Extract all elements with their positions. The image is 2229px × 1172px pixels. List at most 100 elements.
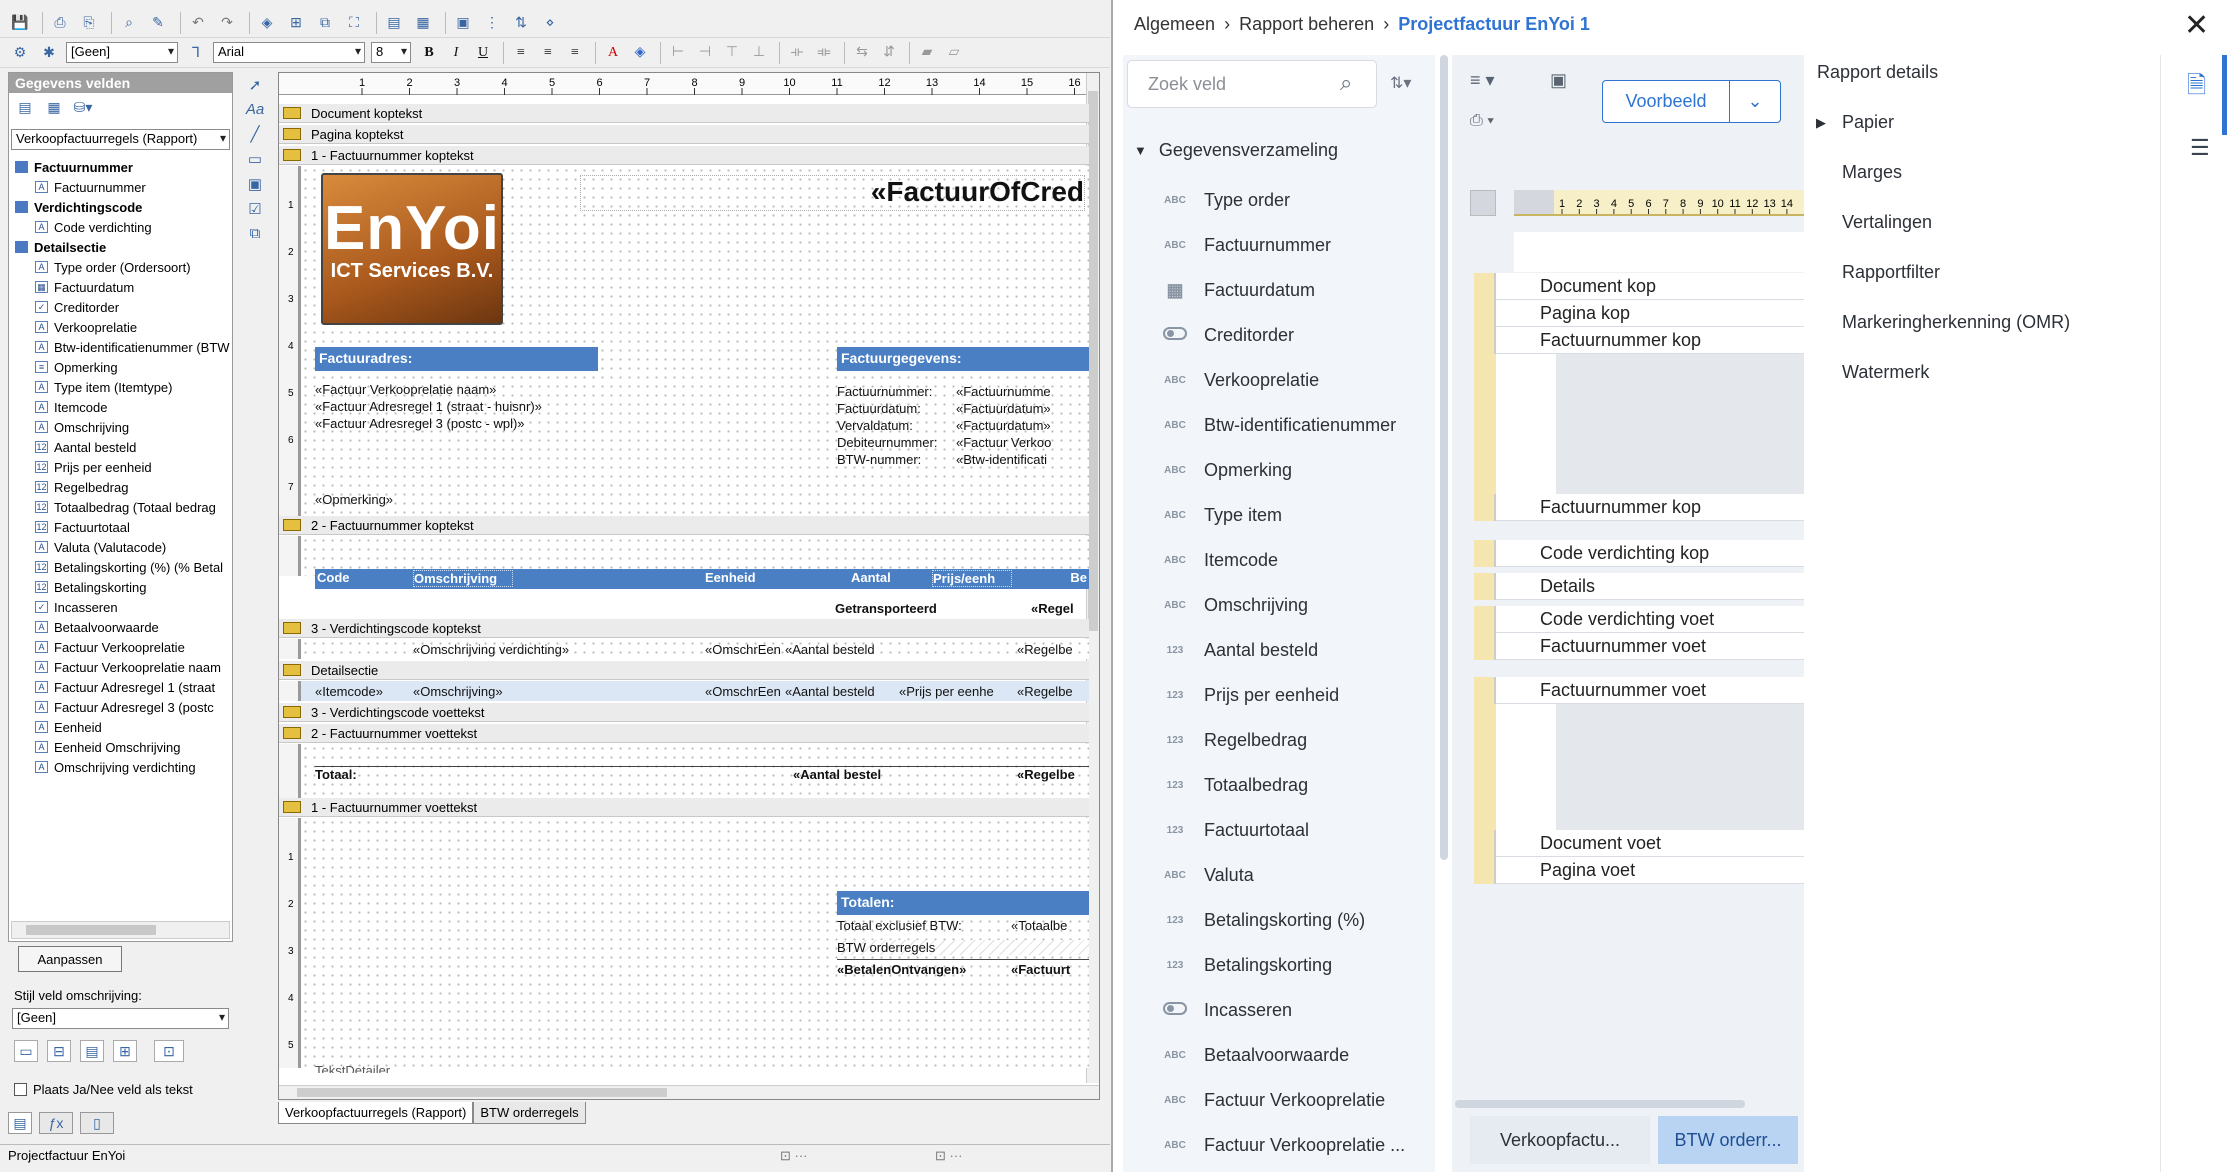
band-area-voet2[interactable] — [301, 744, 1089, 798]
details-item-omr[interactable]: Markeringherkenning (OMR) — [1842, 312, 2070, 333]
tree-item[interactable]: A Factuur Adresregel 3 (postc — [11, 697, 231, 717]
undo-icon[interactable]: ↶ — [186, 12, 210, 34]
band-detailsectie[interactable]: Detailsectie — [279, 661, 1089, 680]
verd-omschrijving-field[interactable]: «Omschrijving verdichting» — [413, 642, 700, 657]
det-regel-field[interactable]: «Regelbe — [1017, 684, 1087, 699]
tree-item[interactable]: A Factuur Verkooprelatie naam — [11, 657, 231, 677]
field-list-scrollbar[interactable] — [1440, 55, 1448, 860]
voorbeeld-button[interactable]: Voorbeeld — [1602, 80, 1730, 123]
align-center-icon[interactable]: ≡ — [536, 42, 560, 64]
details-item-rapportfilter[interactable]: Rapportfilter — [1842, 262, 1940, 283]
field-list-item[interactable]: 123 Betalingskorting — [1160, 945, 1332, 985]
center-v-icon[interactable]: ⟚ — [812, 42, 836, 64]
dataset-group[interactable]: ▼ Gegevensverzameling — [1134, 140, 1338, 161]
rect-tool-icon[interactable]: ▭ — [248, 150, 262, 168]
field-list-item[interactable]: 123 Factuurtotaal — [1160, 810, 1309, 850]
tree-item[interactable]: 12 Prijs per eenheid — [11, 457, 231, 477]
tree-item[interactable]: A Eenheid — [11, 717, 231, 737]
tree-item[interactable]: A Btw-identificatienummer (BTW — [11, 337, 231, 357]
totalen-header[interactable]: Totalen: — [837, 891, 1089, 915]
totaal-label[interactable]: Totaal: — [315, 767, 405, 782]
tree-item[interactable]: 12 Betalingskorting — [11, 577, 231, 597]
fg-label-2[interactable]: Factuurdatum: — [837, 401, 957, 416]
fg-value-3[interactable]: «Factuurdatum» — [956, 418, 1066, 433]
field-list-item[interactable]: ABC Type item — [1160, 495, 1282, 535]
preview-band-row[interactable]: Code verdichting kop — [1474, 539, 1826, 567]
betalen-label[interactable]: «BetalenOntvangen» — [837, 962, 1007, 977]
det-aantal-field[interactable]: «Aantal besteld — [785, 684, 895, 699]
fg-value-5[interactable]: «Btw-identificati — [956, 452, 1066, 467]
tree-item[interactable]: 12 Factuurtotaal — [11, 517, 231, 537]
tree-item[interactable]: A Omschrijving verdichting — [11, 757, 231, 777]
field-list-item[interactable]: ABC Factuurnummer — [1160, 225, 1331, 265]
font-color-icon[interactable]: A — [601, 42, 625, 64]
field-list-item[interactable]: ABC Itemcode — [1160, 540, 1278, 580]
details-item-papier[interactable]: Papier — [1842, 112, 1894, 133]
adres-field-2[interactable]: «Factuur Adresregel 1 (straat - huisnr)» — [315, 399, 598, 414]
field-list-item[interactable]: 123 Prijs per eenheid — [1160, 675, 1339, 715]
details-item-watermerk[interactable]: Watermerk — [1842, 362, 1929, 383]
preview-band-row[interactable]: Document voet — [1474, 829, 1826, 857]
align-lefts-icon[interactable]: ⊢ — [666, 42, 690, 64]
field-list-item[interactable]: Incasseren — [1160, 990, 1292, 1030]
line-tool-icon[interactable]: ╱ — [250, 125, 259, 143]
fg-value-4[interactable]: «Factuur Verkoo — [956, 435, 1066, 450]
document-icon[interactable]: 🗎 — [2187, 68, 2206, 109]
print-icon[interactable]: ⎙ ▾ — [1470, 112, 1494, 130]
preview-band-row[interactable]: Factuurnummer kop — [1474, 493, 1826, 521]
preview-band-row[interactable]: Factuurnummer kop — [1474, 326, 1826, 354]
plaats-checkbox[interactable] — [14, 1083, 27, 1096]
factuur-title-field[interactable]: «FactuurOfCred — [580, 175, 1085, 211]
style-btn-1-icon[interactable]: ▭ — [14, 1040, 38, 1062]
align-tops-icon[interactable]: ⊤ — [720, 42, 744, 64]
details-item-vertalingen[interactable]: Vertalingen — [1842, 212, 1932, 233]
database-icon[interactable]: ⛁▾ — [71, 96, 95, 118]
tab-btw-orderregels[interactable]: BTW orderregels — [473, 1102, 586, 1124]
pointer-tool-icon[interactable]: ➚ — [249, 76, 262, 94]
preview-band-row[interactable]: Pagina kop — [1474, 299, 1826, 327]
band-factuurnummer-voettekst-2[interactable]: 2 - Factuurnummer voettekst — [279, 724, 1089, 743]
field-list-item[interactable]: ▦ Factuurdatum — [1160, 270, 1315, 310]
field-list-item[interactable]: ABC Betaalvoorwaarde — [1160, 1035, 1349, 1075]
panel-tab-formula-icon[interactable]: ƒx — [39, 1112, 73, 1134]
back-icon[interactable]: ▱ — [942, 42, 966, 64]
tree-item[interactable]: A Factuur Adresregel 1 (straat — [11, 677, 231, 697]
bold-button[interactable]: B — [417, 42, 441, 64]
band-verdichtingscode-koptekst[interactable]: 3 - Verdichtingscode koptekst — [279, 619, 1089, 638]
field-list-item[interactable]: ABC Verkooprelatie — [1160, 360, 1319, 400]
verd-eenheid-field[interactable]: «OmschrEen — [705, 642, 783, 657]
field-list-item[interactable]: Creditorder — [1160, 315, 1294, 355]
field-list-item[interactable]: ABC Opmerking — [1160, 450, 1292, 490]
text-tool-icon[interactable]: Aa — [246, 101, 264, 118]
field-list-item[interactable]: ABC Type order — [1160, 180, 1290, 220]
field-list-item[interactable]: 123 Betalingskorting (%) — [1160, 900, 1365, 940]
field-list-item[interactable]: ABC Factuur Verkooprelatie ... — [1160, 1125, 1405, 1165]
list-view-icon[interactable]: ▦ — [42, 96, 66, 118]
tree-item[interactable]: A Verkooprelatie — [11, 317, 231, 337]
det-omschrijving-field[interactable]: «Omschrijving» — [413, 684, 700, 699]
fg-value-2[interactable]: «Factuurdatum» — [956, 401, 1066, 416]
panel-tab-fields-icon[interactable]: ▤ — [8, 1112, 32, 1134]
tree-hscrollbar[interactable] — [11, 921, 230, 939]
tree-item[interactable]: Verdichtingscode — [11, 197, 231, 217]
edit-icon[interactable]: ✎ — [146, 12, 170, 34]
fg-label-1[interactable]: Factuurnummer: — [837, 384, 957, 399]
tree-item[interactable]: ✓ Incasseren — [11, 597, 231, 617]
tree-view-icon[interactable]: ▤ — [13, 96, 37, 118]
tree-item[interactable]: 12 Regelbedrag — [11, 477, 231, 497]
preview-band-row[interactable]: Code verdichting voet — [1474, 605, 1826, 633]
totaal-excl-value[interactable]: «Totaalbe — [1011, 918, 1089, 933]
band-document-koptekst[interactable]: Document koptekst — [279, 104, 1089, 123]
preview-band-row[interactable]: Factuurnummer voet — [1474, 676, 1826, 704]
tree-item[interactable]: A Factuur Verkooprelatie — [11, 637, 231, 657]
field-list-item[interactable]: ABC Factuur Verkooprelatie — [1160, 1080, 1385, 1120]
btw-orderregels-subreport[interactable]: BTW orderregels — [837, 940, 1089, 955]
style-btn-3-icon[interactable]: ▤ — [80, 1040, 104, 1062]
preview-tab-btw-orderregels[interactable]: BTW orderr... — [1658, 1116, 1798, 1164]
opmerking-field[interactable]: «Opmerking» — [315, 492, 515, 507]
factuuradres-header[interactable]: Factuuradres: — [315, 347, 598, 371]
preview-band-row[interactable]: Details — [1474, 572, 1826, 600]
search-icon[interactable]: ⌕ — [1340, 70, 1352, 96]
getransporteerd-field[interactable]: Getransporteerd — [835, 601, 965, 616]
verd-aantal-field[interactable]: «Aantal besteld — [785, 642, 895, 657]
